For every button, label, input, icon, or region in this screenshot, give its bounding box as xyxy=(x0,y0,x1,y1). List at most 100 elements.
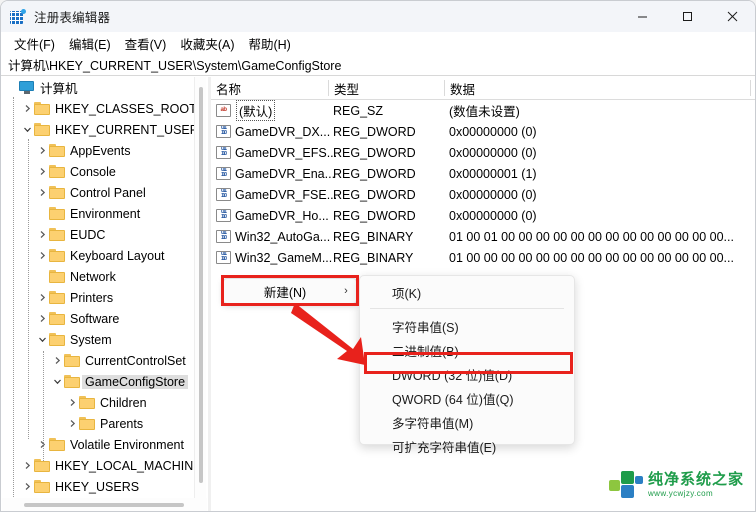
tree-item-environment[interactable]: Environment xyxy=(2,203,208,224)
tree-item-hkey-local-machine[interactable]: HKEY_LOCAL_MACHINE xyxy=(2,455,208,476)
tree-item-system[interactable]: System xyxy=(2,329,208,350)
tree-item-eudc[interactable]: EUDC xyxy=(2,224,208,245)
menu-view[interactable]: 查看(V) xyxy=(118,32,174,55)
tree-item-hkey-users[interactable]: HKEY_USERS xyxy=(2,476,208,497)
chevron-down-icon[interactable] xyxy=(51,371,64,392)
table-row[interactable]: 011 110 GameDVR_DX... REG_DWORD 0x00000000 (… xyxy=(211,121,755,142)
folder-icon xyxy=(34,102,50,115)
tree-item-hkey-current-user[interactable]: HKEY_CURRENT_USER xyxy=(2,119,208,140)
menu-file[interactable]: 文件(F) xyxy=(7,32,62,55)
table-row[interactable]: 011 110 Win32_AutoGa... REG_BINARY 01 00 01 … xyxy=(211,226,755,247)
table-row[interactable]: 011 110 GameDVR_FSE... REG_DWORD 0x00000000 … xyxy=(211,184,755,205)
tree-horizontal-scrollbar[interactable] xyxy=(2,498,207,511)
address-bar[interactable]: 计算机\HKEY_CURRENT_USER\System\GameConfigS… xyxy=(1,54,755,76)
tree-item-gameconfigstore[interactable]: GameConfigStore xyxy=(2,371,208,392)
tree-item-parents[interactable]: Parents xyxy=(2,413,208,434)
watermark: 纯净系统之家 www.ycwjzy.com xyxy=(609,462,749,507)
folder-icon xyxy=(34,123,50,136)
binary-value-icon: 011 110 xyxy=(216,188,231,201)
binary-value-icon: 011 110 xyxy=(216,209,231,222)
close-button[interactable] xyxy=(710,1,755,32)
tree-item-network[interactable]: Network xyxy=(2,266,208,287)
tree-connector-line xyxy=(13,97,14,498)
submenu-item-1[interactable]: 字符串值(S) xyxy=(360,314,574,338)
tree-item-label: CurrentControlSet xyxy=(85,353,186,368)
submenu-item-4[interactable]: QWORD (64 位)值(Q) xyxy=(360,386,574,410)
tree-item-software[interactable]: Software xyxy=(2,308,208,329)
chevron-right-icon[interactable] xyxy=(36,287,49,308)
tree-item-volatile-environment[interactable]: Volatile Environment xyxy=(2,434,208,455)
tree-item-label: Volatile Environment xyxy=(70,437,184,452)
tree-item-label: 计算机 xyxy=(40,82,78,96)
column-header-data[interactable]: 数据 xyxy=(445,77,750,99)
tree-item-label: Control Panel xyxy=(70,185,146,200)
value-name: GameDVR_DX... xyxy=(235,124,331,139)
chevron-down-icon[interactable] xyxy=(36,329,49,350)
tree-item-currentcontrolset[interactable]: CurrentControlSet xyxy=(2,350,208,371)
folder-icon xyxy=(34,480,50,493)
chevron-right-icon[interactable] xyxy=(36,224,49,245)
tree-item--[interactable]: 计算机 xyxy=(2,77,208,98)
table-row[interactable]: ab (默认) REG_SZ (数值未设置) xyxy=(211,100,755,121)
chevron-down-icon[interactable] xyxy=(21,119,34,140)
chevron-right-icon[interactable] xyxy=(21,98,34,119)
minimize-button[interactable] xyxy=(620,1,665,32)
tree-item-label: Parents xyxy=(100,416,144,431)
table-row[interactable]: 011 110 Win32_GameM... REG_BINARY 01 00 00 0… xyxy=(211,247,755,268)
tree-item-children[interactable]: Children xyxy=(2,392,208,413)
binary-value-icon: 011 110 xyxy=(216,146,231,159)
table-row[interactable]: 011 110 GameDVR_EFS... REG_DWORD 0x00000000 … xyxy=(211,142,755,163)
tree-item-console[interactable]: Console xyxy=(2,161,208,182)
list-header: 名称 类型 数据 xyxy=(211,77,755,100)
string-value-icon: ab xyxy=(216,104,231,117)
table-row[interactable]: 011 110 GameDVR_Ena... REG_DWORD 0x00000001 … xyxy=(211,163,755,184)
binary-value-icon: 011 110 xyxy=(216,125,231,138)
chevron-right-icon[interactable] xyxy=(51,350,64,371)
tree-vertical-scroll-thumb[interactable] xyxy=(199,87,203,483)
tree-item-appevents[interactable]: AppEvents xyxy=(2,140,208,161)
tree-item-label: Software xyxy=(70,311,120,326)
chevron-right-icon[interactable] xyxy=(36,182,49,203)
window-controls xyxy=(620,1,755,32)
tree-item-control-panel[interactable]: Control Panel xyxy=(2,182,208,203)
menu-edit[interactable]: 编辑(E) xyxy=(62,32,118,55)
tree-horizontal-scroll-thumb[interactable] xyxy=(24,503,184,507)
value-data: 0x00000000 (0) xyxy=(449,124,537,139)
value-name: Win32_AutoGa... xyxy=(235,229,331,244)
submenu-item-5[interactable]: 多字符串值(M) xyxy=(360,410,574,434)
column-header-type[interactable]: 类型 xyxy=(329,77,444,99)
watermark-name: 纯净系统之家 xyxy=(648,470,745,488)
tree-item-keyboard-layout[interactable]: Keyboard Layout xyxy=(2,245,208,266)
folder-icon xyxy=(49,270,65,283)
tree-item-label: System xyxy=(70,332,112,347)
menu-help[interactable]: 帮助(H) xyxy=(241,32,297,55)
submenu-item-6[interactable]: 可扩充字符串值(E) xyxy=(360,434,574,458)
menu-bar: 文件(F) 编辑(E) 查看(V) 收藏夹(A) 帮助(H) xyxy=(1,32,755,54)
chevron-right-icon[interactable] xyxy=(36,245,49,266)
chevron-right-icon[interactable] xyxy=(66,413,79,434)
chevron-right-icon[interactable] xyxy=(36,140,49,161)
tree-item-label: Environment xyxy=(70,206,141,221)
maximize-button[interactable] xyxy=(665,1,710,32)
menu-favorites[interactable]: 收藏夹(A) xyxy=(173,32,241,55)
chevron-right-icon[interactable] xyxy=(36,308,49,329)
table-row[interactable]: 011 110 GameDVR_Ho... REG_DWORD 0x00000000 (… xyxy=(211,205,755,226)
chevron-right-icon[interactable] xyxy=(66,392,79,413)
value-type: REG_BINARY xyxy=(333,250,414,265)
registry-tree-pane[interactable]: 计算机 HKEY_CLASSES_ROOT HKEY_CURRENT_USER App… xyxy=(2,77,208,498)
submenu-item-0[interactable]: 项(K) xyxy=(360,280,574,304)
tree-item-printers[interactable]: Printers xyxy=(2,287,208,308)
chevron-right-icon[interactable] xyxy=(21,476,34,497)
tree-vertical-scrollbar[interactable] xyxy=(194,77,206,498)
folder-icon xyxy=(64,354,80,367)
tree-item-hkey-classes-root[interactable]: HKEY_CLASSES_ROOT xyxy=(2,98,208,119)
tree-connector-line xyxy=(43,351,44,461)
value-data: 0x00000000 (0) xyxy=(449,187,537,202)
chevron-right-icon[interactable] xyxy=(36,161,49,182)
column-header-name[interactable]: 名称 xyxy=(211,77,328,99)
folder-icon xyxy=(49,249,65,262)
tree-item-label: HKEY_USERS xyxy=(55,479,140,494)
chevron-right-icon[interactable] xyxy=(21,455,34,476)
